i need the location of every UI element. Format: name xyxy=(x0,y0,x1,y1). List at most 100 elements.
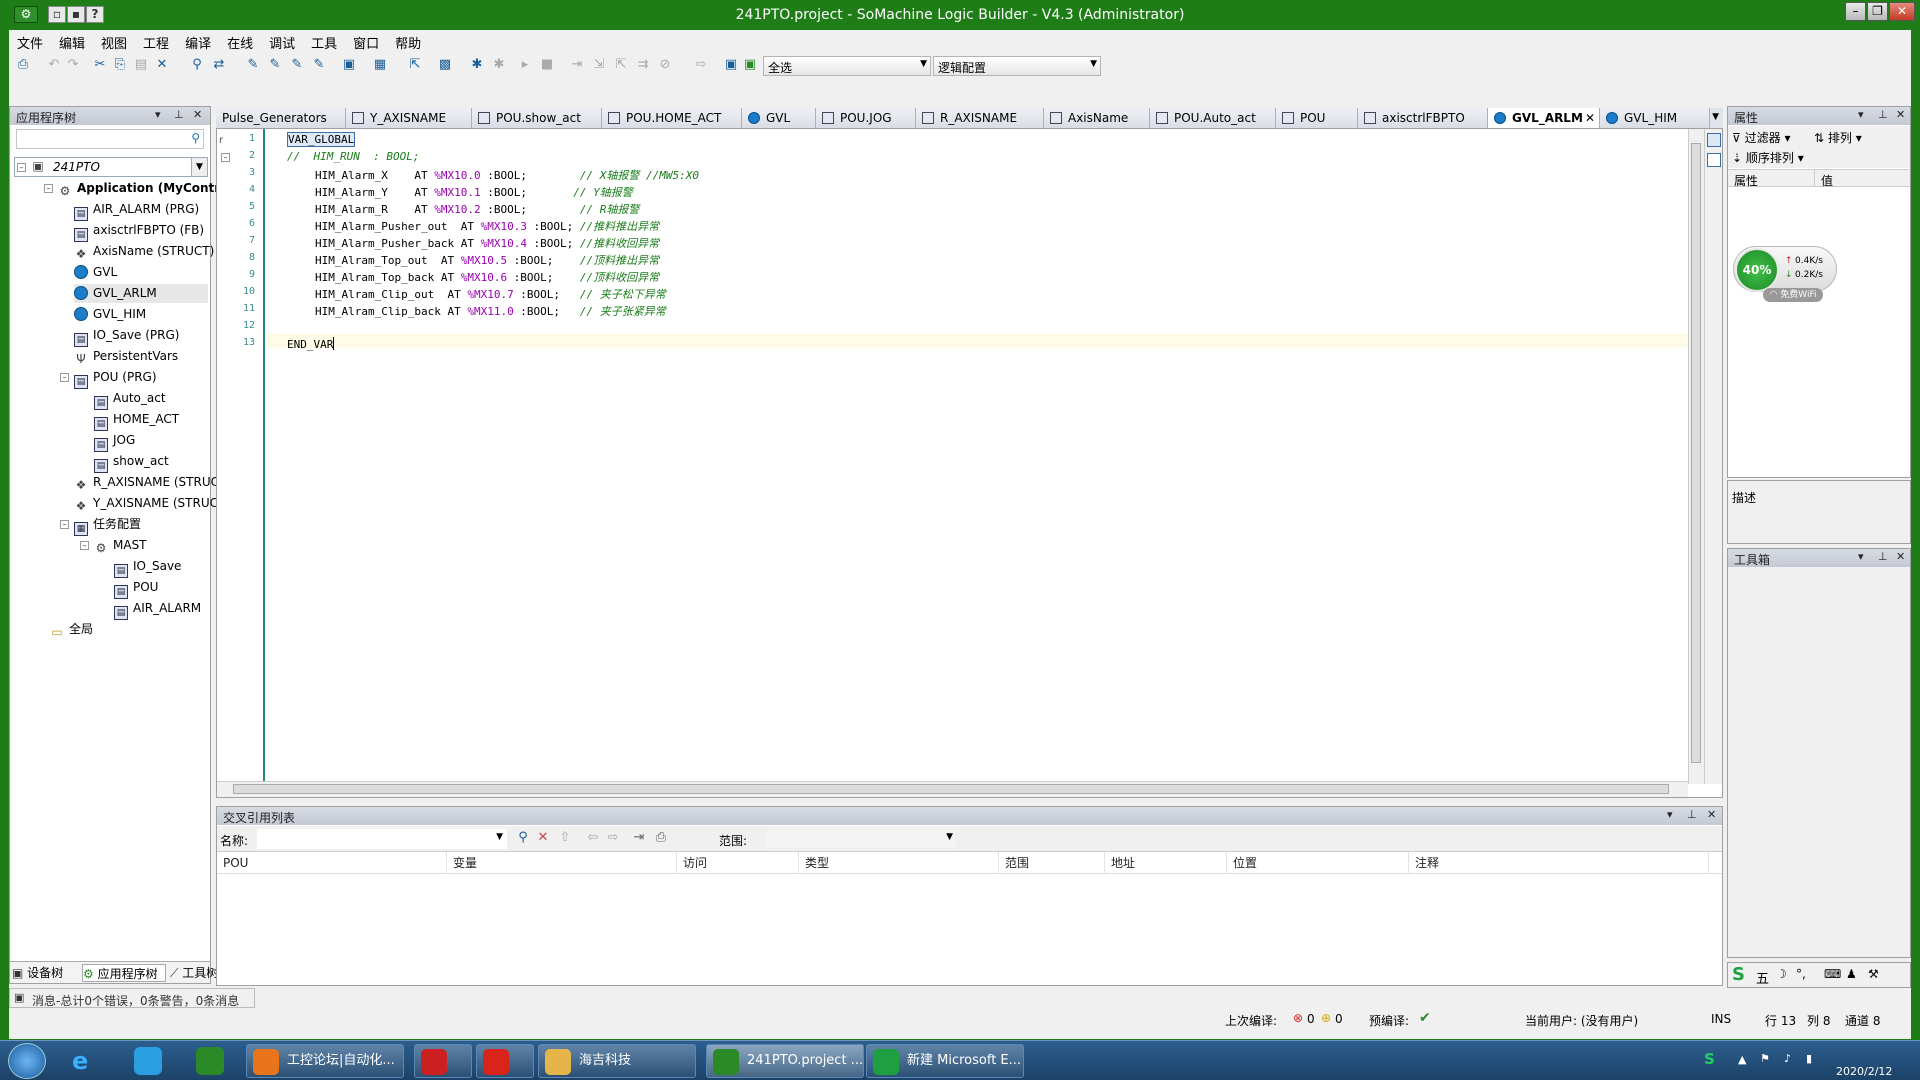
editor-tab[interactable]: GVL xyxy=(742,108,816,128)
user-icon[interactable]: ♟ xyxy=(1846,967,1857,981)
breakpoint-icon[interactable]: ⊘ xyxy=(657,57,673,73)
run-to-cursor-icon[interactable]: ⇉ xyxy=(635,57,651,73)
paste-icon[interactable]: ▤ xyxy=(133,57,149,73)
device-icon[interactable]: ▦ xyxy=(372,57,388,73)
app-icon[interactable] xyxy=(134,1047,162,1075)
code-line[interactable]: END_VAR xyxy=(287,337,335,351)
keyboard-icon[interactable]: ⌨ xyxy=(1824,967,1841,981)
go-up-icon[interactable]: ⇧ xyxy=(557,830,573,846)
tree-tab[interactable]: ▣ 设备树 xyxy=(12,964,78,982)
tree-root-row[interactable]: – ▣ 241PTO ▼ xyxy=(14,157,208,177)
menu-item[interactable]: 文件 xyxy=(9,30,51,52)
scope-combo[interactable]: ▼ xyxy=(765,829,957,849)
code-line[interactable]: HIM_Alram_Top_out AT %MX10.5 :BOOL; //顶料… xyxy=(315,252,659,268)
column-header[interactable]: 范围 xyxy=(999,852,1105,874)
redo-icon[interactable]: ↷ xyxy=(65,57,81,73)
tree-item[interactable]: ▦ 任务配置 xyxy=(74,515,141,536)
editor-tab[interactable]: Y_AXISNAME xyxy=(346,108,472,128)
menu-item[interactable]: 编译 xyxy=(177,30,219,52)
tree-item[interactable]: ❖ AxisName (STRUCT) xyxy=(74,242,215,261)
config-combo[interactable]: 逻辑配置 ▼ xyxy=(933,56,1101,76)
taskbar-item[interactable] xyxy=(414,1044,472,1078)
next-statement-icon[interactable]: ⇨ xyxy=(693,57,709,73)
print-icon[interactable]: ⎙ xyxy=(15,57,31,73)
screen-icon[interactable]: ▣ xyxy=(723,57,739,73)
code-editor[interactable]: r – 1 2 3 4 5 6 7 8 9 10 11 12 13 VAR_GLOBAL// HIM_R… xyxy=(216,128,1723,798)
collapse-icon[interactable]: – xyxy=(60,520,69,529)
delete-icon[interactable]: ✕ xyxy=(154,57,170,73)
minimize-button[interactable]: – xyxy=(1845,2,1866,21)
tree-item[interactable]: ▤ POU xyxy=(114,578,158,599)
column-header[interactable]: POU xyxy=(217,852,447,874)
login-icon[interactable]: ✱ xyxy=(469,57,485,73)
pane-menu-icon[interactable]: ▾ xyxy=(1667,808,1673,821)
step-over-icon[interactable]: ⇥ xyxy=(569,57,585,73)
pin-icon[interactable]: ⊥ xyxy=(1687,808,1697,821)
tree-item[interactable]: ▤ POU (PRG) xyxy=(74,368,157,389)
menu-item[interactable]: 调试 xyxy=(261,30,303,52)
step-into-icon[interactable]: ⇲ xyxy=(591,57,607,73)
code-line[interactable]: HIM_Alarm_X AT %MX10.0 :BOOL; // X轴报警 //… xyxy=(315,167,699,183)
collapse-icon[interactable]: – xyxy=(80,541,89,550)
menu-item[interactable]: 工具 xyxy=(303,30,345,52)
print-icon[interactable]: ⎙ xyxy=(653,830,669,846)
sogou-tray-icon[interactable]: S xyxy=(1704,1050,1715,1068)
editor-tab[interactable]: POU.Auto_act xyxy=(1150,108,1276,128)
bookmark-clear-icon[interactable]: ✎ xyxy=(311,57,327,73)
code-line[interactable]: HIM_Alarm_Pusher_back AT %MX10.4 :BOOL; … xyxy=(315,235,659,251)
select-all-icon[interactable]: ▣ xyxy=(742,57,758,73)
menu-item[interactable]: 帮助 xyxy=(387,30,429,52)
export-icon[interactable]: ⇱ xyxy=(407,57,423,73)
code-line[interactable]: HIM_Alram_Top_back AT %MX10.6 :BOOL; //顶… xyxy=(315,269,659,285)
column-header[interactable]: 访问 xyxy=(677,852,799,874)
horizontal-scrollbar[interactable] xyxy=(217,781,1688,797)
code-line[interactable]: HIM_Alarm_R AT %MX10.2 :BOOL; // R轴报警 xyxy=(315,201,639,217)
tree-item[interactable]: ▤ IO_Save (PRG) xyxy=(74,326,180,347)
collapse-icon[interactable]: – xyxy=(44,184,53,193)
pin-icon[interactable]: ⊥ xyxy=(174,108,184,121)
cut-icon[interactable]: ✂ xyxy=(92,57,108,73)
taskbar-item[interactable] xyxy=(476,1044,534,1078)
menu-item[interactable]: 在线 xyxy=(219,30,261,52)
editor-tab[interactable]: GVL_HIM xyxy=(1600,108,1710,128)
code-line[interactable]: VAR_GLOBAL xyxy=(287,132,356,147)
close-icon[interactable]: ✕ xyxy=(1896,108,1905,121)
tree-item[interactable]: ❖ R_AXISNAME (STRUCT) xyxy=(74,473,231,492)
replace-icon[interactable]: ⇄ xyxy=(211,57,227,73)
clear-icon[interactable]: ✕ xyxy=(535,830,551,846)
menu-item[interactable]: 编辑 xyxy=(51,30,93,52)
logout-icon[interactable]: ✱ xyxy=(491,57,507,73)
column-header[interactable]: 位置 xyxy=(1227,852,1409,874)
vertical-scrollbar[interactable] xyxy=(1688,129,1704,784)
tree-item[interactable]: ▤ AIR_ALARM (PRG) xyxy=(74,200,199,221)
tree-item[interactable]: GVL_ARLM xyxy=(74,284,208,303)
editor-tab[interactable]: POU xyxy=(1276,108,1358,128)
order-button[interactable]: ⇣ 顺序排列 ▾ xyxy=(1732,149,1804,166)
collapse-icon[interactable]: – xyxy=(17,163,26,172)
editor-tab[interactable]: R_AXISNAME xyxy=(916,108,1044,128)
bookmark-next-icon[interactable]: ✎ xyxy=(267,57,283,73)
flag-icon[interactable]: ⚑ xyxy=(1760,1052,1770,1065)
tree-item[interactable]: ⚙ MAST xyxy=(94,536,147,555)
tree-item[interactable]: ▤ show_act xyxy=(94,452,169,473)
search-icon[interactable]: ⚲ xyxy=(515,830,531,846)
bookmark-prev-icon[interactable]: ✎ xyxy=(289,57,305,73)
select-combo[interactable]: 全选 ▼ xyxy=(763,56,931,76)
tree-item[interactable]: ▤ IO_Save xyxy=(114,557,181,578)
column-header[interactable]: 地址 xyxy=(1105,852,1227,874)
tab-list-icon[interactable]: ▼ xyxy=(1712,112,1719,122)
ime-mode[interactable]: 五 xyxy=(1756,968,1769,987)
table-view-icon[interactable] xyxy=(1707,153,1721,167)
filter-button[interactable]: ⊽ 过滤器 ▾ xyxy=(1732,129,1790,146)
column-header[interactable]: 注释 xyxy=(1409,852,1709,874)
editor-tab[interactable]: axisctrlFBPTO xyxy=(1358,108,1488,128)
code-line[interactable]: HIM_Alram_Clip_out AT %MX10.7 :BOOL; // … xyxy=(315,286,666,302)
chevron-down-icon[interactable]: ▼ xyxy=(191,158,207,176)
undo-icon[interactable]: ↶ xyxy=(46,57,62,73)
ie-icon[interactable]: e xyxy=(72,1047,88,1075)
close-icon[interactable]: ✕ xyxy=(1707,808,1716,821)
tree-item[interactable]: ▤ JOG xyxy=(94,431,135,452)
tree-item[interactable]: GVL_HIM xyxy=(74,305,146,324)
close-tab-icon[interactable]: ✕ xyxy=(1585,108,1595,128)
taskbar-item[interactable]: 海吉科技 xyxy=(538,1044,696,1078)
